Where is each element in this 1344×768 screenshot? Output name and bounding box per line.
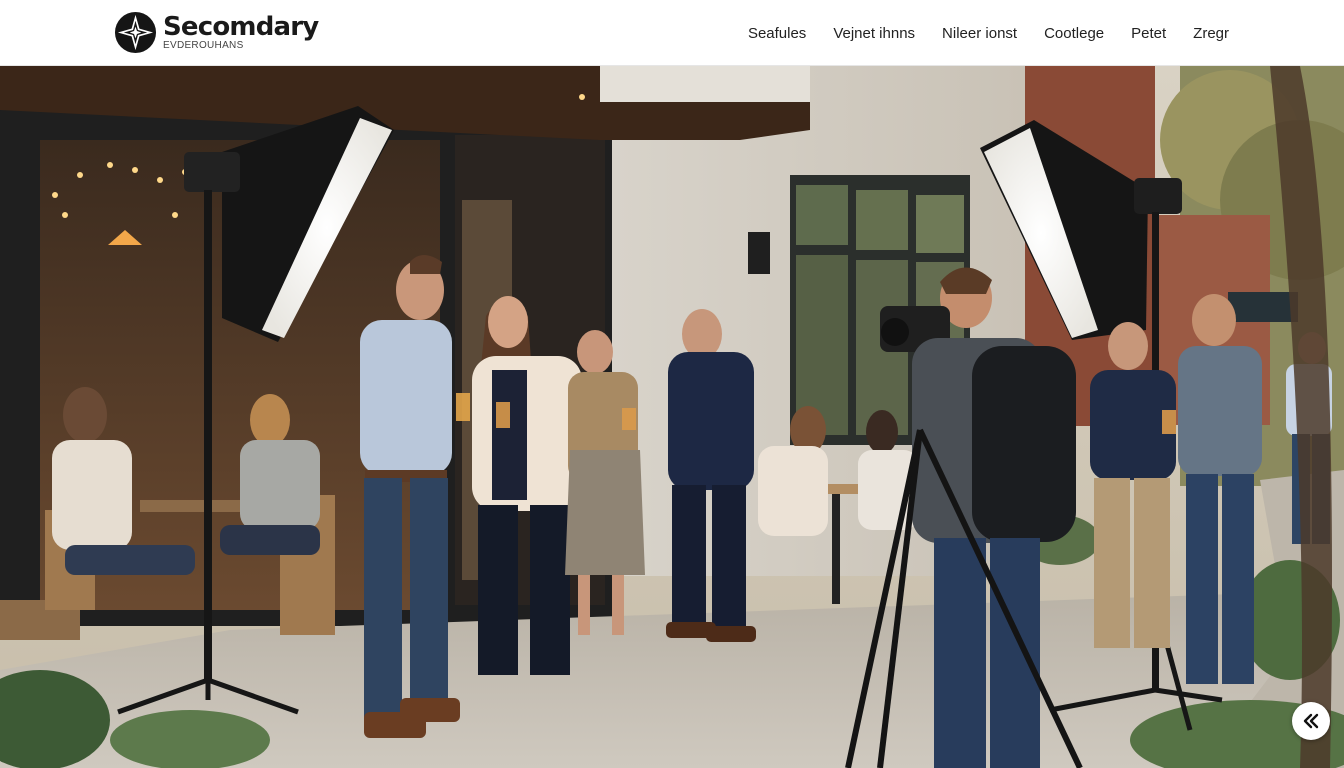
double-chevron-left-icon: [1303, 713, 1319, 729]
brand-name: Secomdary: [163, 11, 319, 42]
nav-item-1[interactable]: Seafules: [748, 25, 806, 42]
hero-illustration: [0, 66, 1344, 768]
compass-star-icon: [114, 11, 157, 53]
site-header: Secomdary EVDEROUHANS Seafules Vejnet ih…: [0, 0, 1344, 66]
nav-item-6[interactable]: Zregr: [1193, 25, 1229, 42]
nav-item-2[interactable]: Vejnet ihnns: [833, 25, 915, 42]
brand-wordmark: Secomdary EVDEROUHANS: [163, 11, 319, 51]
hero-photo: [0, 66, 1344, 768]
brand-tagline: EVDEROUHANS: [163, 39, 244, 51]
nav-item-5[interactable]: Petet: [1131, 25, 1166, 42]
nav-item-3[interactable]: Nileer ionst: [942, 25, 1017, 42]
nav-item-4[interactable]: Cootlege: [1044, 25, 1104, 42]
brand-logo[interactable]: Secomdary EVDEROUHANS: [114, 10, 319, 54]
main-nav: Seafules Vejnet ihnns Nileer ionst Cootl…: [748, 0, 1229, 66]
collapse-button[interactable]: [1292, 702, 1330, 740]
